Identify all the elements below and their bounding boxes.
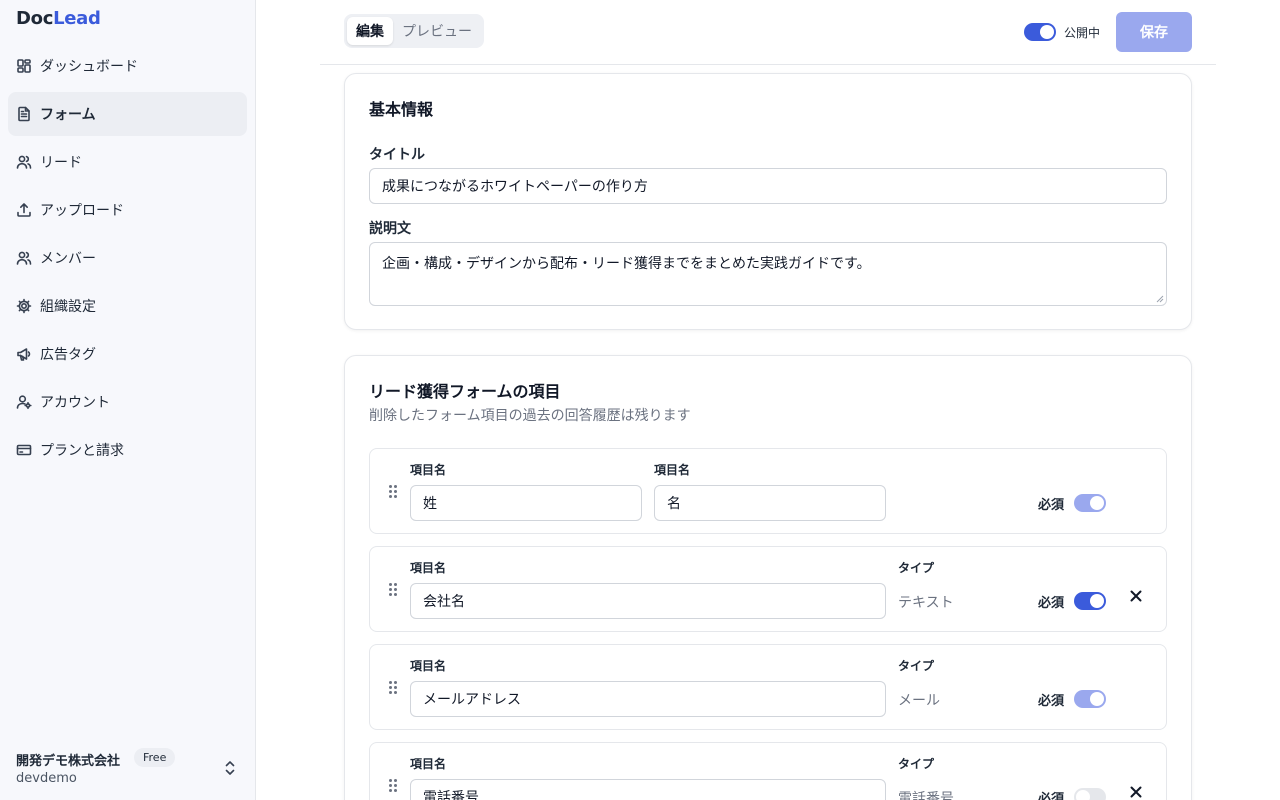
required-toggle[interactable] — [1074, 494, 1106, 512]
sidebar-item-ad-tags[interactable]: 広告タグ — [8, 332, 247, 376]
sidebar-item-leads[interactable]: リード — [8, 140, 247, 184]
toggle-knob — [1076, 790, 1090, 800]
required-toggle[interactable] — [1074, 690, 1106, 708]
org-slug: devdemo — [16, 771, 77, 786]
drag-handle-icon[interactable] — [389, 681, 399, 695]
sidebar-item-forms[interactable]: フォーム — [8, 92, 247, 136]
sidebar-item-label: ダッシュボード — [40, 59, 138, 75]
tab-edit[interactable]: 編集 — [347, 17, 393, 45]
close-icon[interactable] — [1129, 784, 1143, 798]
drag-handle-icon[interactable] — [389, 779, 399, 793]
logo-text-lead: Lead — [53, 8, 101, 29]
upload-icon — [16, 202, 32, 218]
sidebar-item-label: メンバー — [40, 251, 96, 267]
form-items-card: リード獲得フォームの項目 削除したフォーム項目の過去の回答履歴は残ります 項目名… — [344, 355, 1192, 800]
required-toggle[interactable] — [1074, 788, 1106, 800]
first-name-input[interactable]: 名 — [654, 485, 886, 521]
toggle-knob — [1090, 496, 1104, 510]
title-label: タイトル — [369, 147, 425, 163]
org-name: 開発デモ株式会社 — [16, 754, 121, 769]
editor-header: 編集 プレビュー 公開中 保存 — [320, 0, 1216, 65]
org-switcher[interactable]: 開発デモ株式会社 Free devdemo — [16, 746, 240, 790]
toggle-knob — [1090, 692, 1104, 706]
description-text: 企画・構成・デザインから配布・リード獲得までをまとめた実践ガイドです。 — [382, 256, 871, 272]
gear-icon — [16, 298, 32, 314]
sidebar-item-label: アップロード — [40, 203, 124, 219]
field-type-value: メール — [898, 693, 940, 709]
section-title: 基本情報 — [369, 100, 434, 119]
resize-grip-icon[interactable] — [1156, 295, 1164, 303]
users-icon — [16, 250, 32, 266]
drag-handle-icon[interactable] — [389, 583, 399, 597]
form-item-row: 項目名 メールアドレス タイプ メール 必須 — [369, 644, 1167, 730]
basic-info-card: 基本情報 タイトル 成果につながるホワイトペーパーの作り方 説明文 企画・構成・… — [344, 73, 1192, 330]
sidebar-item-upload[interactable]: アップロード — [8, 188, 247, 232]
dashboard-icon — [16, 58, 32, 74]
megaphone-icon — [16, 346, 32, 362]
sidebar-item-org-settings[interactable]: 組織設定 — [8, 284, 247, 328]
title-input[interactable]: 成果につながるホワイトペーパーの作り方 — [369, 168, 1167, 204]
save-button[interactable]: 保存 — [1116, 12, 1192, 52]
document-icon — [16, 106, 32, 122]
sidebar-item-label: アカウント — [40, 395, 110, 411]
field-type-value: 電話番号 — [898, 791, 954, 800]
field-name-label: 項目名 — [410, 463, 447, 477]
sidebar: DocLead ダッシュボード フォーム リード アップロード メンバー 組織設… — [0, 0, 256, 800]
field-name-label: 項目名 — [410, 659, 447, 673]
required-toggle[interactable] — [1074, 592, 1106, 610]
form-item-name-row: 項目名 姓 項目名 名 必須 — [369, 448, 1167, 534]
toggle-knob — [1090, 594, 1104, 608]
sidebar-item-label: フォーム — [40, 107, 96, 123]
field-name-input[interactable]: 電話番号 — [410, 779, 886, 800]
field-name-input[interactable]: メールアドレス — [410, 681, 886, 717]
users-icon — [16, 154, 32, 170]
publish-status-label: 公開中 — [1064, 25, 1101, 40]
description-textarea[interactable]: 企画・構成・デザインから配布・リード獲得までをまとめた実践ガイドです。 — [369, 242, 1167, 306]
field-name-input[interactable]: 会社名 — [410, 583, 886, 619]
sidebar-item-members[interactable]: メンバー — [8, 236, 247, 280]
plan-badge: Free — [134, 748, 176, 767]
tab-preview[interactable]: プレビュー — [393, 17, 481, 45]
sidebar-item-billing[interactable]: プランと請求 — [8, 428, 247, 472]
user-cog-icon — [16, 394, 32, 410]
field-type-label: タイプ — [898, 659, 935, 673]
section-title: リード獲得フォームの項目 — [369, 382, 561, 401]
sidebar-item-dashboard[interactable]: ダッシュボード — [8, 44, 247, 88]
sidebar-item-label: 広告タグ — [40, 347, 96, 363]
description-label: 説明文 — [369, 221, 411, 237]
publish-control: 公開中 — [1024, 23, 1100, 41]
field-type-value: テキスト — [898, 595, 954, 611]
required-label: 必須 — [1038, 792, 1065, 800]
app-logo[interactable]: DocLead — [16, 8, 101, 29]
required-label: 必須 — [1038, 694, 1065, 709]
required-label: 必須 — [1038, 498, 1065, 513]
last-name-input[interactable]: 姓 — [410, 485, 642, 521]
toggle-knob — [1040, 25, 1054, 39]
logo-text-doc: Doc — [16, 8, 54, 29]
close-icon[interactable] — [1129, 588, 1143, 602]
field-type-label: タイプ — [898, 561, 935, 575]
sidebar-item-label: リード — [40, 155, 82, 171]
mode-tabs: 編集 プレビュー — [344, 14, 484, 48]
sidebar-nav: ダッシュボード フォーム リード アップロード メンバー 組織設定 広告タグ ア… — [8, 44, 247, 476]
required-label: 必須 — [1038, 596, 1065, 611]
sidebar-item-label: プランと請求 — [40, 443, 124, 459]
field-name-label: 項目名 — [410, 561, 447, 575]
credit-card-icon — [16, 442, 32, 458]
sidebar-item-account[interactable]: アカウント — [8, 380, 247, 424]
section-subtitle: 削除したフォーム項目の過去の回答履歴は残ります — [369, 408, 691, 424]
publish-toggle[interactable] — [1024, 23, 1056, 41]
field-name-label: 項目名 — [654, 463, 691, 477]
field-name-label: 項目名 — [410, 757, 447, 771]
drag-handle-icon[interactable] — [389, 485, 399, 499]
form-item-row: 項目名 会社名 タイプ テキスト 必須 — [369, 546, 1167, 632]
form-item-row: 項目名 電話番号 タイプ 電話番号 必須 — [369, 742, 1167, 800]
chevron-up-down-icon[interactable] — [222, 758, 238, 778]
sidebar-item-label: 組織設定 — [40, 299, 96, 315]
field-type-label: タイプ — [898, 757, 935, 771]
